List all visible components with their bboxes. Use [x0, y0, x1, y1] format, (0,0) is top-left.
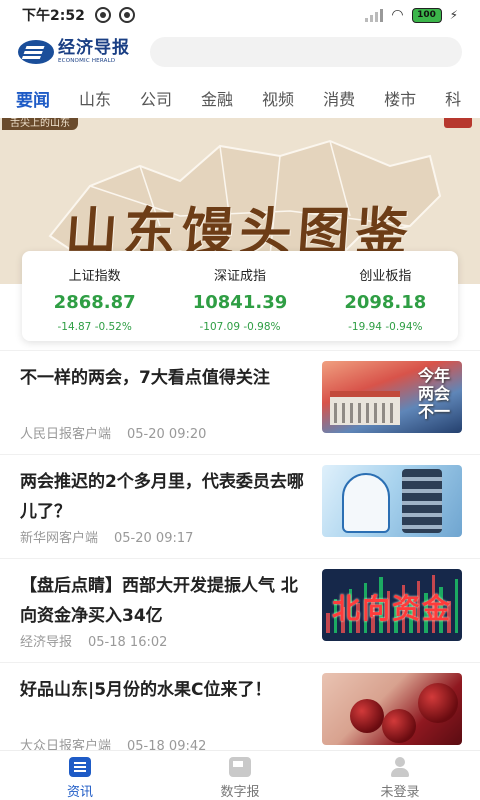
- tab-company[interactable]: 公司: [140, 86, 172, 110]
- nav-digital-paper[interactable]: 数字报: [160, 751, 320, 800]
- news-thumbnail: [322, 465, 462, 537]
- news-title: 好品山东|5月份的水果C位来了！: [20, 680, 272, 700]
- channel-tabs: 要闻 山东 公司 金融 视频 消费 楼市 科: [0, 82, 480, 114]
- status-right: ◠ 100 ⚡: [365, 7, 458, 23]
- news-title: 两会推迟的2个多月里，代表委员去哪儿了？: [20, 472, 304, 522]
- logo-mark-icon: [18, 40, 54, 64]
- tab-tech[interactable]: 科: [445, 86, 461, 110]
- newspaper-icon: [229, 757, 251, 777]
- index-value: 2868.87: [53, 292, 136, 313]
- hall-graphic: [330, 391, 400, 425]
- scan-illustration: [402, 469, 442, 533]
- news-time: 05-20 09:20: [127, 427, 207, 442]
- news-source: 人民日报客户端: [20, 427, 112, 442]
- news-source: 新华网客户端: [20, 531, 99, 546]
- nav-label: 资讯: [66, 785, 93, 800]
- news-thumbnail: 今年两会不一: [322, 361, 462, 433]
- banner-tag: 舌尖上的山东: [2, 118, 78, 130]
- news-thumbnail: 北向资金: [322, 569, 462, 641]
- news-item[interactable]: 【盘后点睛】西部大开发提振人气 北向资金净买入34亿 经济导报 05-18 16:…: [0, 558, 480, 662]
- cherry-graphic: [350, 699, 384, 733]
- index-name: 上证指数: [68, 269, 121, 284]
- news-icon: [69, 757, 91, 777]
- logo-text: 经济导报 ECONOMIC HERALD: [58, 37, 130, 65]
- logo-subtitle: ECONOMIC HERALD: [58, 57, 116, 64]
- market-index-card: 上证指数 2868.87 -14.87 -0.52% 深证成指 10841.39…: [22, 251, 458, 341]
- doctor-illustration: [342, 473, 390, 533]
- cherry-graphic: [418, 683, 458, 723]
- index-item-shenzhen[interactable]: 深证成指 10841.39 -107.09 -0.98%: [167, 251, 312, 341]
- app-header: 经济导报 ECONOMIC HERALD: [0, 32, 480, 72]
- news-title: 【盘后点睛】西部大开发提振人气 北向资金净买入34亿: [20, 576, 298, 626]
- nav-label: 未登录: [380, 785, 420, 800]
- news-meta: 人民日报客户端 05-20 09:20: [20, 423, 206, 442]
- news-meta: 新华网客户端 05-20 09:17: [20, 527, 193, 546]
- news-title: 不一样的两会，7大看点值得关注: [20, 368, 270, 388]
- search-input[interactable]: [150, 37, 462, 67]
- tab-finance[interactable]: 金融: [201, 86, 233, 110]
- signal-icon: [365, 8, 384, 22]
- index-item-shanghai[interactable]: 上证指数 2868.87 -14.87 -0.52%: [22, 251, 167, 341]
- index-change: -19.94 -0.94%: [348, 321, 423, 333]
- index-change: -14.87 -0.52%: [57, 321, 132, 333]
- news-source: 经济导报: [20, 635, 73, 650]
- nav-news[interactable]: 资讯: [0, 751, 160, 800]
- status-bar: 下午2:52 ◠ 100 ⚡: [0, 0, 480, 30]
- index-value: 2098.18: [344, 292, 427, 313]
- news-item[interactable]: 两会推迟的2个多月里，代表委员去哪儿了？ 新华网客户端 05-20 09:17: [0, 454, 480, 558]
- status-time: 下午2:52: [22, 8, 85, 24]
- tab-video[interactable]: 视频: [262, 86, 294, 110]
- news-time: 05-20 09:17: [114, 531, 194, 546]
- index-value: 10841.39: [192, 292, 288, 313]
- index-change: -107.09 -0.98%: [199, 321, 281, 333]
- wifi-icon: ◠: [391, 7, 404, 23]
- tab-shandong[interactable]: 山东: [79, 86, 111, 110]
- nav-login[interactable]: 未登录: [320, 751, 480, 800]
- index-item-chinext[interactable]: 创业板指 2098.18 -19.94 -0.94%: [313, 251, 458, 341]
- bottom-nav: 资讯 数字报 未登录: [0, 750, 480, 800]
- tab-yaowen[interactable]: 要闻: [16, 86, 50, 111]
- news-time: 05-18 16:02: [88, 635, 168, 650]
- banner-corner-badge: [444, 118, 472, 128]
- notification-icon: [94, 7, 111, 23]
- cherry-graphic: [382, 709, 416, 743]
- tab-consumption[interactable]: 消费: [323, 86, 355, 110]
- charging-icon: ⚡: [449, 8, 458, 22]
- logo-title: 经济导报: [58, 37, 130, 58]
- index-name: 深证成指: [213, 269, 266, 284]
- user-icon: [389, 757, 411, 777]
- news-meta: 经济导报 05-18 16:02: [20, 631, 167, 650]
- battery-icon: 100: [411, 7, 442, 23]
- notification-icon-2: [118, 7, 135, 23]
- thumbnail-caption: 今年两会不一: [417, 366, 450, 421]
- index-name: 创业板指: [359, 269, 412, 284]
- nav-label: 数字报: [220, 785, 260, 800]
- tab-realestate[interactable]: 楼市: [384, 86, 416, 110]
- news-item[interactable]: 不一样的两会，7大看点值得关注 人民日报客户端 05-20 09:20 今年两会不…: [0, 350, 480, 454]
- app-logo[interactable]: 经济导报 ECONOMIC HERALD: [18, 37, 138, 65]
- thumbnail-caption: 北向资金: [331, 592, 452, 625]
- news-thumbnail: [322, 673, 462, 745]
